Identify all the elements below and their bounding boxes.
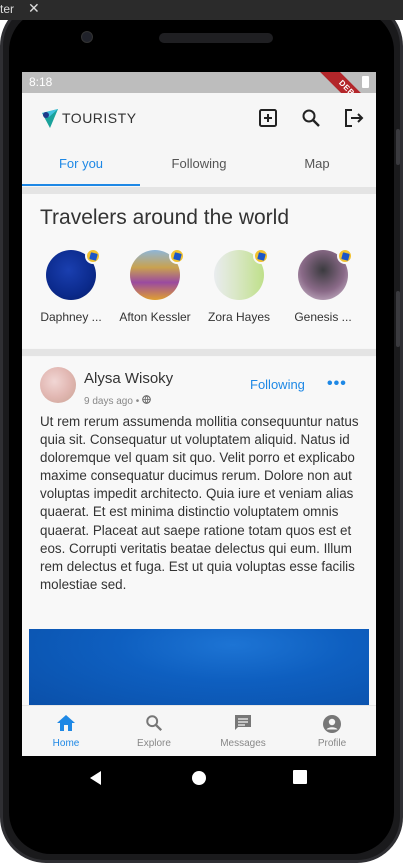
- post-time: 9 days ago •: [84, 395, 140, 407]
- nav-home[interactable]: Home: [22, 706, 110, 756]
- app-screen: 8:18 DEBUG TOURISTY For you Following: [22, 72, 376, 756]
- country-flag-icon: [337, 248, 353, 264]
- close-icon[interactable]: ✕: [28, 0, 40, 17]
- back-icon[interactable]: [88, 770, 104, 791]
- tab-following[interactable]: Following: [140, 143, 258, 187]
- power-button: [396, 291, 400, 347]
- logo-text: TOURISTY: [62, 110, 137, 126]
- country-flag-icon: [253, 248, 269, 264]
- avatar: [130, 248, 185, 300]
- desktop-title-strip: ter ✕: [0, 0, 403, 20]
- following-button[interactable]: Following: [250, 377, 305, 392]
- active-tab-indicator: [22, 184, 140, 186]
- recents-icon[interactable]: [293, 770, 307, 789]
- desktop-title-text: ter: [0, 2, 15, 16]
- post-card: Alysa Wisoky 9 days ago • Following ••• …: [22, 357, 376, 756]
- post-author-name[interactable]: Alysa Wisoky: [84, 370, 173, 387]
- country-flag-icon: [169, 248, 185, 264]
- avatar: [214, 248, 269, 300]
- traveler-card[interactable]: Afton Kessler: [115, 248, 195, 324]
- tab-map[interactable]: Map: [258, 143, 376, 187]
- volume-up-button: [396, 129, 400, 165]
- country-flag-icon: [85, 248, 101, 264]
- add-post-icon[interactable]: [255, 105, 281, 131]
- tab-for-you[interactable]: For you: [22, 143, 140, 187]
- home-circle-icon[interactable]: [191, 770, 207, 791]
- home-icon: [22, 714, 110, 734]
- nav-label: Profile: [317, 738, 347, 749]
- traveler-card[interactable]: Daphney ...: [31, 248, 111, 324]
- battery-icon: [362, 76, 369, 88]
- globe-icon: [142, 395, 152, 407]
- search-icon: [110, 714, 198, 734]
- status-time: 8:18: [29, 75, 53, 89]
- nav-profile[interactable]: Profile: [288, 706, 376, 756]
- section-divider: [22, 349, 376, 356]
- nav-explore[interactable]: Explore: [110, 706, 198, 756]
- section-divider: [22, 187, 376, 194]
- search-icon[interactable]: [298, 105, 324, 131]
- more-options-icon[interactable]: •••: [327, 375, 347, 393]
- bottom-navigation: Home Explore Messages Profile: [22, 705, 376, 756]
- traveler-name: Zora Hayes: [207, 310, 271, 324]
- post-image[interactable]: [29, 629, 369, 709]
- nav-messages[interactable]: Messages: [199, 706, 287, 756]
- logo-mark-icon: [40, 107, 60, 129]
- nav-label: Messages: [220, 738, 266, 749]
- nav-label: Explore: [137, 738, 171, 749]
- post-body-text: Ut rem rerum assumenda mollitia consequu…: [40, 414, 359, 592]
- post-meta: 9 days ago •: [84, 395, 152, 407]
- traveler-name: Daphney ...: [40, 310, 102, 324]
- avatar: [298, 248, 353, 300]
- logout-icon[interactable]: [341, 105, 367, 131]
- app-logo: TOURISTY: [40, 107, 137, 129]
- traveler-card[interactable]: Zora Hayes: [199, 248, 279, 324]
- earpiece-speaker: [159, 33, 273, 43]
- traveler-name: Genesis ...: [294, 310, 352, 324]
- feed-tabs: For you Following Map: [22, 143, 376, 187]
- avatar[interactable]: [40, 367, 76, 403]
- traveler-card[interactable]: Genesis ...: [283, 248, 363, 324]
- avatar: [46, 248, 101, 300]
- travelers-section: Travelers around the world Daphney ... A…: [22, 194, 376, 348]
- message-icon: [199, 714, 287, 734]
- front-camera: [81, 31, 93, 43]
- profile-icon: [288, 714, 376, 734]
- status-bar: 8:18 DEBUG: [22, 72, 376, 137]
- app-bar: TOURISTY: [22, 93, 376, 143]
- nav-label: Home: [52, 738, 80, 749]
- traveler-name: Afton Kessler: [119, 310, 191, 324]
- travelers-title: Travelers around the world: [40, 206, 290, 229]
- system-navigation-bar: [22, 756, 376, 800]
